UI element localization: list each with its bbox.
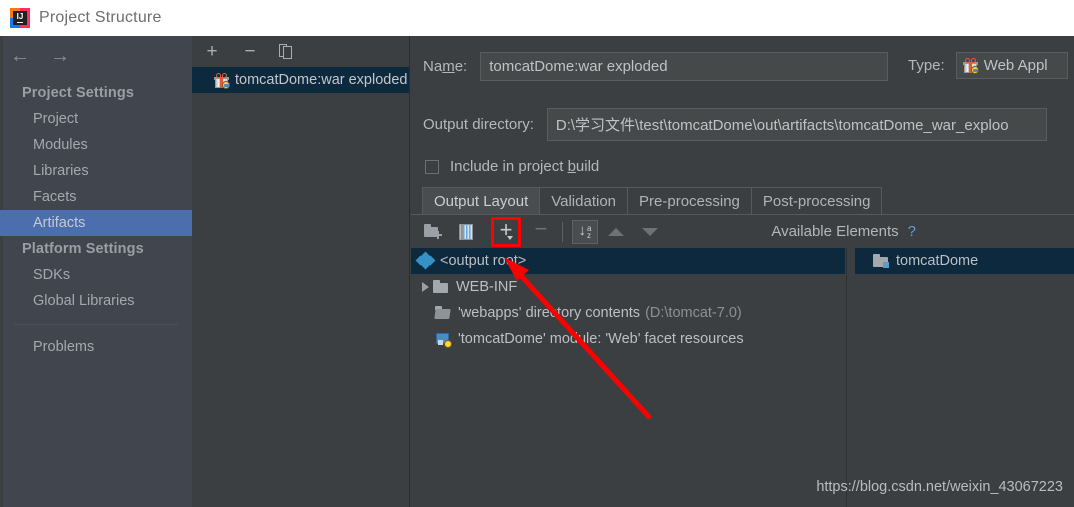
chevron-right-icon[interactable]	[417, 282, 433, 292]
tab-output-layout[interactable]: Output Layout	[422, 187, 541, 214]
title-bar: IJ Project Structure	[0, 0, 1074, 36]
sidebar-item-problems[interactable]: Problems	[0, 334, 192, 360]
remove-artifact-button[interactable]: −	[241, 42, 259, 61]
folder-icon	[433, 279, 449, 295]
artifacts-list-panel: + − tomcatDome:war exploded	[192, 36, 410, 507]
tree-row[interactable]: WEB-INF	[411, 274, 845, 300]
navigation-arrows: ← →	[10, 46, 70, 66]
tab-pre-processing[interactable]: Pre-processing	[627, 187, 752, 214]
available-element-row[interactable]: tomcatDome	[847, 248, 1074, 274]
add-element-button[interactable]: +	[491, 216, 521, 247]
tree-row-suffix: (D:\tomcat-7.0)	[645, 305, 742, 321]
watermark-url: https://blog.csdn.net/weixin_43067223	[816, 479, 1063, 495]
sidebar-nav-list: Project Settings Project Modules Librari…	[0, 80, 192, 360]
artifacts-toolbar: + −	[192, 36, 409, 67]
window-title: Project Structure	[39, 9, 162, 26]
type-combobox[interactable]: Web Appl	[955, 52, 1068, 79]
tree-row-label: 'tomcatDome' module: 'Web' facet resourc…	[458, 331, 744, 347]
archive-add-icon[interactable]	[457, 221, 479, 243]
tree-row-label: <output root>	[440, 253, 527, 269]
output-directory-label: Output directory:	[423, 116, 534, 133]
add-artifact-button[interactable]: +	[203, 42, 221, 61]
output-layout-toolbar: + − ↓ az Available Elements ?	[411, 215, 1074, 248]
tree-row-label: 'webapps' directory contents	[458, 305, 641, 321]
web-facet-icon	[435, 331, 452, 348]
type-value-label: Web Appl	[983, 57, 1048, 74]
row-gutter	[847, 248, 855, 274]
settings-sidebar: ← → Project Settings Project Modules Lib…	[0, 36, 192, 507]
folder-add-icon[interactable]	[423, 221, 445, 243]
available-elements-title: Available Elements	[771, 223, 899, 240]
artifact-item-label: tomcatDome:war exploded	[235, 72, 408, 88]
include-in-project-build-checkbox[interactable]	[425, 159, 439, 174]
artifact-detail-panel: Name: tomcatDome:war exploded Type: Web …	[411, 36, 1074, 507]
war-exploded-artifact-icon	[214, 72, 230, 89]
name-label: Name:	[423, 58, 468, 75]
available-elements-tree: tomcatDome	[846, 248, 1074, 507]
tab-validation[interactable]: Validation	[539, 187, 629, 214]
available-elements-header: Available Elements ?	[771, 223, 1074, 240]
available-element-label: tomcatDome	[896, 253, 979, 269]
output-directory-row: Output directory: D:\学习文件\test\tomcatDom…	[423, 108, 1047, 141]
chevron-down-icon	[507, 235, 513, 240]
name-field-row: Name: tomcatDome:war exploded	[423, 52, 889, 81]
tree-row[interactable]: 'tomcatDome' module: 'Web' facet resourc…	[411, 326, 845, 352]
triangle-up-icon[interactable]	[608, 227, 624, 236]
detail-tabs: Output Layout Validation Pre-processing …	[422, 187, 883, 214]
name-input[interactable]: tomcatDome:war exploded	[480, 52, 889, 81]
war-exploded-artifact-icon	[962, 58, 979, 74]
folder-open-icon	[434, 305, 451, 321]
output-layout-split: <output root> WEB-INF 'webapps' director…	[411, 248, 1074, 507]
tree-row[interactable]: <output root>	[411, 248, 845, 274]
output-root-icon	[415, 251, 436, 270]
sidebar-group-platform-settings: Platform Settings	[22, 241, 144, 257]
include-in-project-build-label: Include in project build	[450, 158, 600, 175]
tree-row-label: WEB-INF	[456, 279, 518, 295]
sidebar-item-sdks[interactable]: SDKs	[0, 262, 192, 288]
intellij-idea-icon: IJ	[10, 8, 30, 28]
question-mark-icon[interactable]: ?	[908, 223, 916, 240]
type-field-row: Type: Web Appl	[908, 52, 1068, 79]
artifact-list-item[interactable]: tomcatDome:war exploded	[192, 67, 409, 93]
project-structure-window: IJ Project Structure ← → Project Setting…	[0, 0, 1074, 507]
copy-icon[interactable]	[279, 43, 295, 60]
sidebar-group-project-settings: Project Settings	[22, 85, 134, 101]
include-in-project-build-row[interactable]: Include in project build	[425, 158, 599, 175]
sidebar-item-artifacts[interactable]: Artifacts	[0, 210, 192, 236]
sidebar-item-facets[interactable]: Facets	[0, 184, 192, 210]
output-root-tree: <output root> WEB-INF 'webapps' director…	[411, 248, 845, 507]
tab-post-processing[interactable]: Post-processing	[750, 187, 883, 214]
sidebar-item-project[interactable]: Project	[0, 106, 192, 132]
sidebar-item-global-libraries[interactable]: Global Libraries	[0, 288, 192, 314]
output-directory-input[interactable]: D:\学习文件\test\tomcatDome\out\artifacts\to…	[546, 108, 1047, 141]
sidebar-item-libraries[interactable]: Libraries	[0, 158, 192, 184]
arrow-right-icon[interactable]: →	[50, 46, 70, 66]
module-folder-icon	[873, 253, 889, 269]
tree-row[interactable]: 'webapps' directory contents (D:\tomcat-…	[411, 300, 845, 326]
sidebar-item-modules[interactable]: Modules	[0, 132, 192, 158]
type-label: Type:	[908, 57, 945, 74]
sidebar-divider	[14, 324, 178, 325]
arrow-left-icon[interactable]: ←	[10, 46, 30, 66]
remove-element-button[interactable]: −	[531, 217, 551, 240]
triangle-down-icon[interactable]	[642, 227, 658, 236]
toolbar-divider	[562, 221, 563, 242]
sort-alphabetical-icon[interactable]: ↓ az	[572, 219, 598, 244]
